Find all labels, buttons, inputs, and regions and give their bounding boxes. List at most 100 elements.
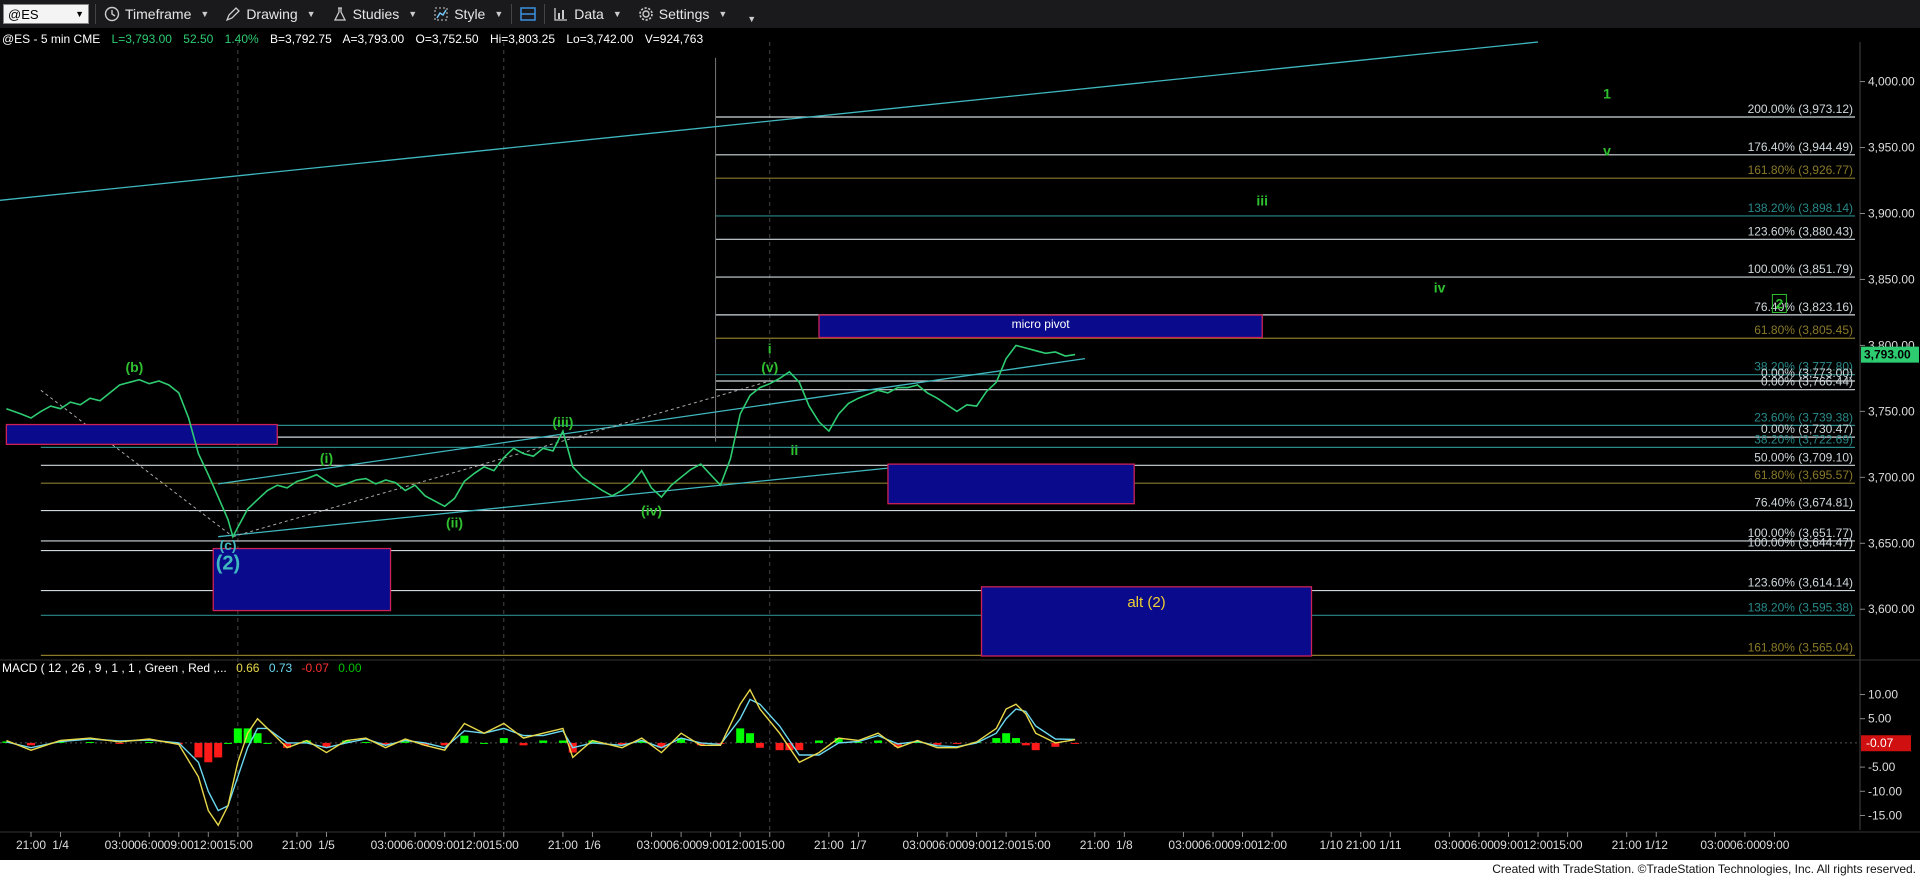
style-button[interactable]: Style ▼ <box>425 3 511 25</box>
chart-background <box>0 28 1920 860</box>
time-tick-label: 06:00 <box>134 838 164 852</box>
symbol-selector[interactable]: @ES ▼ <box>3 4 89 24</box>
wave-label: (iii) <box>552 414 573 430</box>
time-tick-label: 21:00 <box>282 838 312 852</box>
time-tick-label: 09:00 <box>1759 838 1789 852</box>
macd-tick-label: 10.00 <box>1868 688 1898 702</box>
timeframe-label: Timeframe <box>125 6 192 22</box>
time-tick-label: 1/4 <box>52 838 69 852</box>
svg-text:MACD ( 12 , 26 , 9 , 1 , 1 , G: MACD ( 12 , 26 , 9 , 1 , 1 , Green , Red… <box>2 661 362 675</box>
toolbar-overflow-button[interactable]: ▼ <box>735 3 764 25</box>
fib-label: 123.60% (3,880.43) <box>1748 224 1853 238</box>
low-price: Lo=3,742.00 <box>566 32 633 46</box>
fib-label: 100.00% (3,851.79) <box>1748 262 1853 276</box>
symbol-title: @ES - 5 min CME <box>2 32 100 46</box>
macd-histogram-bar <box>224 742 232 744</box>
layout-button[interactable] <box>512 3 544 25</box>
signal-value: 0.73 <box>269 661 293 675</box>
time-tick-label: 1/8 <box>1116 838 1133 852</box>
caret-down-icon: ▼ <box>747 14 757 24</box>
price-tick-label: 3,600.00 <box>1868 602 1915 616</box>
macd-histogram-bar <box>263 742 272 744</box>
settings-label: Settings <box>658 6 710 22</box>
price-tick-label: 3,750.00 <box>1868 404 1915 418</box>
wave-label: iii <box>1256 193 1268 209</box>
time-tick-label: 09:00 <box>696 838 726 852</box>
time-tick-label: 09:00 <box>1493 838 1523 852</box>
macd-histogram-bar <box>214 742 223 758</box>
fib-label: 176.40% (3,944.49) <box>1748 140 1853 154</box>
style-chart-icon <box>434 7 448 21</box>
net-change: 52.50 <box>183 32 213 46</box>
timeframe-button[interactable]: Timeframe ▼ <box>96 3 217 25</box>
price-tick-label: 3,700.00 <box>1868 470 1915 484</box>
fib-label: 0.00% (3,766.44) <box>1761 375 1853 389</box>
time-tick-label: 21:00 <box>1346 838 1376 852</box>
macd-histogram-bar <box>795 742 804 751</box>
macd-histogram-bar <box>1012 738 1020 743</box>
macd-histogram-bar <box>736 728 745 743</box>
fib-label: 200.00% (3,973.12) <box>1748 102 1853 116</box>
volume: V=924,763 <box>645 32 704 46</box>
macd-value: 0.66 <box>236 661 260 675</box>
settings-button[interactable]: Settings ▼ <box>630 3 736 25</box>
style-label: Style <box>454 6 486 22</box>
caret-down-icon: ▼ <box>200 9 210 19</box>
fib-label: 61.80% (3,695.57) <box>1754 468 1853 482</box>
macd-current-label: -0.07 <box>1866 736 1894 750</box>
macd-histogram-bar <box>115 742 124 744</box>
time-tick-label: 15:00 <box>1553 838 1583 852</box>
macd-histogram-bar <box>775 742 784 751</box>
fib-label: 76.40% (3,674.81) <box>1754 496 1853 510</box>
time-tick-label: 15:00 <box>755 838 785 852</box>
macd-histogram-bar <box>558 740 567 743</box>
wave-label: (iv) <box>641 503 662 519</box>
macd-tick-label: -15.00 <box>1868 808 1902 822</box>
chart-area[interactable]: 4,000.003,950.003,900.003,850.003,800.00… <box>0 28 1920 860</box>
time-tick-label: 03:00 <box>637 838 667 852</box>
price-tick-label: 3,650.00 <box>1868 536 1915 550</box>
macd-histogram-bar <box>460 735 469 743</box>
time-tick-label: 1/5 <box>318 838 335 852</box>
time-tick-label: 06:00 <box>1730 838 1760 852</box>
fib-label: 138.20% (3,595.38) <box>1748 600 1853 614</box>
macd-histogram-bar <box>992 738 1001 743</box>
studies-button[interactable]: Studies ▼ <box>324 3 426 25</box>
open-price: O=3,752.50 <box>416 32 479 46</box>
time-tick-label: 03:00 <box>1168 838 1198 852</box>
macd-histogram-bar <box>86 741 95 743</box>
macd-histogram-bar <box>755 742 764 748</box>
fib-label: 61.80% (3,805.45) <box>1754 323 1853 337</box>
time-tick-label: 09:00 <box>164 838 194 852</box>
data-label: Data <box>574 6 604 22</box>
time-tick-label: 06:00 <box>932 838 962 852</box>
time-tick-label: 1/12 <box>1645 838 1669 852</box>
pivot-box-label: micro pivot <box>1012 317 1071 331</box>
time-tick-label: 03:00 <box>1700 838 1730 852</box>
time-tick-label: 21:00 <box>1612 838 1642 852</box>
fib-label: 123.60% (3,614.14) <box>1748 576 1853 590</box>
time-tick-label: 12:00 <box>1257 838 1287 852</box>
window-layout-icon <box>520 7 537 21</box>
time-tick-label: 03:00 <box>371 838 401 852</box>
pencil-icon <box>226 7 241 22</box>
time-tick-label: 15:00 <box>1021 838 1051 852</box>
gear-icon <box>638 7 653 21</box>
wave-label: (ii) <box>446 514 463 530</box>
time-tick-label: 15:00 <box>223 838 253 852</box>
wave-label: 1 <box>1603 86 1611 102</box>
toolbar: @ES ▼ Timeframe ▼ Drawing ▼ Studies ▼ Style… <box>0 0 1920 29</box>
time-tick-label: 12:00 <box>459 838 489 852</box>
macd-histogram-bar <box>27 742 35 746</box>
price-tick-label: 3,850.00 <box>1868 272 1915 286</box>
drawing-button[interactable]: Drawing ▼ <box>217 3 323 25</box>
caret-down-icon: ▼ <box>718 9 728 19</box>
macd-histogram-bar <box>1071 742 1080 744</box>
time-tick-label: 15:00 <box>489 838 519 852</box>
time-tick-label: 12:00 <box>991 838 1021 852</box>
time-tick-label: 09:00 <box>430 838 460 852</box>
time-tick-label: 09:00 <box>1228 838 1258 852</box>
macd-histogram-bar <box>539 740 548 743</box>
time-tick-label: 21:00 <box>814 838 844 852</box>
data-button[interactable]: Data ▼ <box>545 3 630 25</box>
